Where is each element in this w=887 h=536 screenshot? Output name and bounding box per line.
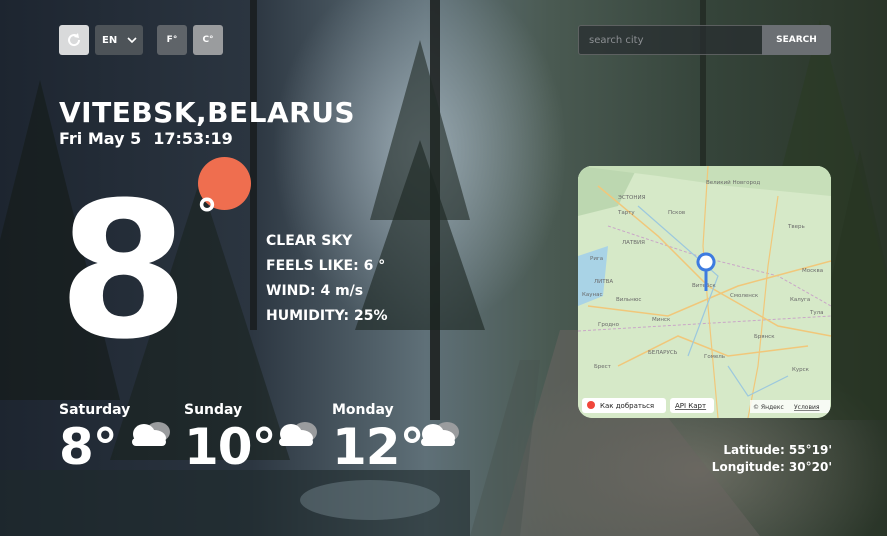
degree-symbol: ° <box>196 190 218 241</box>
search-form: SEARCH <box>578 25 831 55</box>
forecast-temp: 12° <box>332 418 425 476</box>
location-marker-icon <box>587 401 595 409</box>
map-label: Курск <box>792 367 810 373</box>
directions-link[interactable]: Как добраться <box>600 402 654 410</box>
map-label: Брянск <box>754 334 775 340</box>
map-copyright: © Яндекс <box>753 404 784 411</box>
map-label: Москва <box>802 268 823 274</box>
map-label: Тула <box>809 310 824 316</box>
map-label: Брест <box>594 364 612 370</box>
map-label: Каунас <box>582 292 603 298</box>
forecast-temp: 8° <box>59 418 118 476</box>
humidity-text: HUMIDITY: 25% <box>266 308 388 324</box>
map-label: Смоленск <box>730 293 759 299</box>
search-button[interactable]: SEARCH <box>762 25 831 55</box>
latitude-text: Latitude: 55°19' <box>723 443 832 457</box>
map-label: Рига <box>590 256 603 262</box>
forecast-day-2: Sunday 10° <box>184 402 277 476</box>
map-label: Витебск <box>692 283 716 289</box>
longitude-text: Longitude: 30°20' <box>711 460 832 474</box>
map-label: ЛИТВА <box>594 279 613 285</box>
chevron-down-icon <box>127 37 137 43</box>
forecast-day-1: Saturday 8° <box>59 402 130 472</box>
map-canvas[interactable]: ЭСТОНИЯ Великий Новгород Тарту Псков ЛАТ… <box>578 166 831 418</box>
weather-details: CLEAR SKY FEELS LIKE: 6 ° WIND: 4 m/s HU… <box>266 229 388 329</box>
feels-like-text: FEELS LIKE: 6 ° <box>266 258 386 274</box>
forecast-day-3: Monday 12° <box>332 402 425 476</box>
language-value: EN <box>102 34 118 46</box>
refresh-icon <box>68 33 81 47</box>
fahrenheit-button[interactable]: F° <box>157 25 187 55</box>
language-select[interactable]: EN <box>95 25 143 55</box>
map-label: Тарту <box>617 210 635 216</box>
current-time: 17:53:19 <box>153 129 233 148</box>
forecast-day-name: Saturday <box>59 402 131 418</box>
map-label: Тверь <box>787 224 805 230</box>
current-temperature: 8 <box>58 162 189 381</box>
coordinates: Latitude: 55°19' Longitude: 30°20' <box>712 442 832 476</box>
cloud-icon <box>421 422 459 446</box>
forecast-day-name: Sunday <box>184 402 243 418</box>
map-terms-link[interactable]: Условия <box>794 404 820 411</box>
wind-text: WIND: 4 m/s <box>266 283 364 299</box>
map-label: Великий Новгород <box>706 179 760 186</box>
current-date: Fri May 5 <box>59 129 142 148</box>
search-input[interactable] <box>578 25 762 55</box>
map-label: БЕЛАРУСЬ <box>648 350 678 356</box>
city-title: VITEBSK,BELARUS <box>59 96 356 129</box>
forecast-day-name: Monday <box>332 402 394 418</box>
celsius-button[interactable]: C° <box>193 25 223 55</box>
map-label: Вильнюс <box>616 297 641 303</box>
map-label: Калуга <box>790 297 810 303</box>
api-link[interactable]: API Карт <box>675 402 706 410</box>
refresh-button[interactable] <box>59 25 89 55</box>
map-label: Минск <box>652 317 671 323</box>
map-label: ЭСТОНИЯ <box>618 195 646 201</box>
map-label: Гродно <box>598 322 620 328</box>
cloud-icon <box>132 422 170 446</box>
datetime: Fri May 5 17:53:19 <box>59 129 233 148</box>
map-label: Псков <box>668 210 685 216</box>
location-map[interactable]: ЭСТОНИЯ Великий Новгород Тарту Псков ЛАТ… <box>578 166 831 418</box>
cloud-icon <box>279 422 317 446</box>
map-label: Гомель <box>704 354 725 360</box>
map-label: ЛАТВИЯ <box>622 240 645 246</box>
forecast-temp: 10° <box>184 418 277 476</box>
condition-text: CLEAR SKY <box>266 233 353 249</box>
